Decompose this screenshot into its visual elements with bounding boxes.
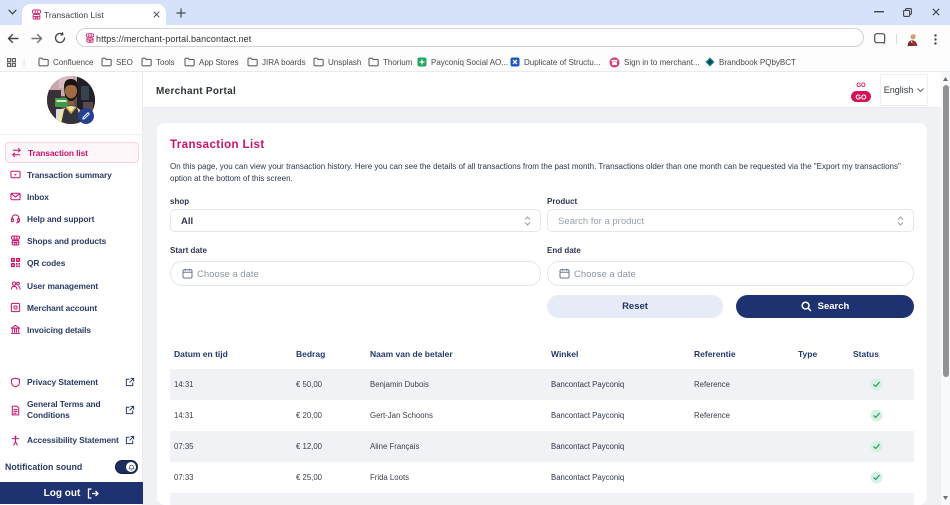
svg-text:GO: GO: [856, 95, 867, 102]
svg-text:GO: GO: [856, 83, 866, 89]
